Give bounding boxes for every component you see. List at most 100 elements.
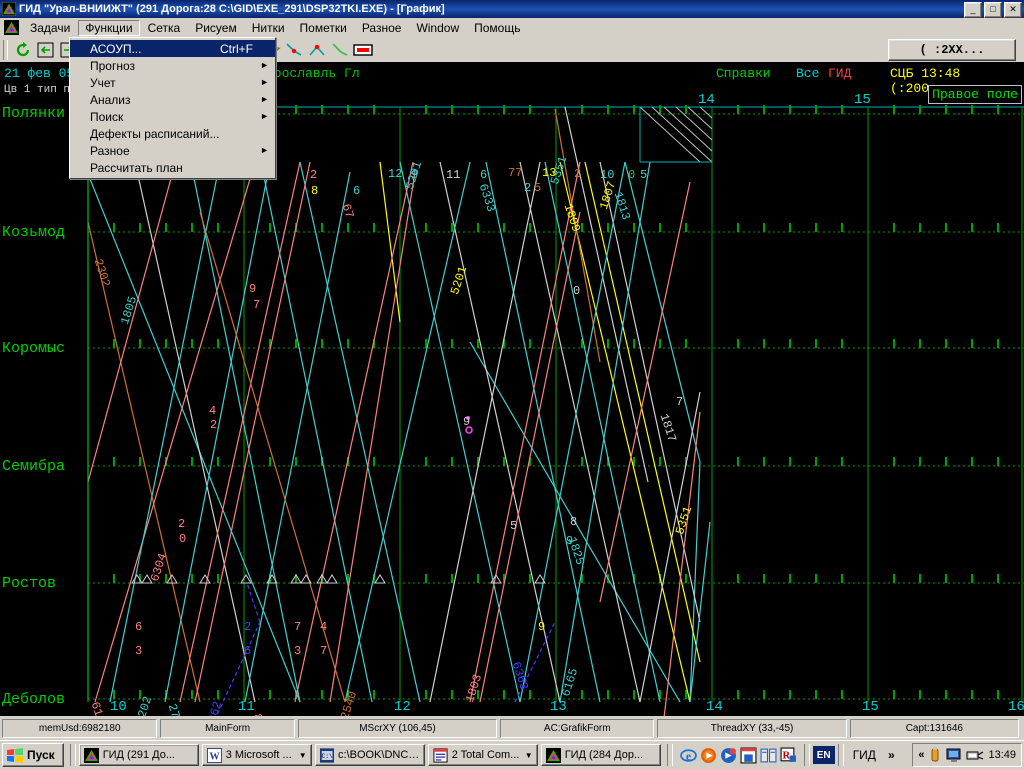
internet-explorer-icon[interactable]: e [679, 747, 697, 764]
maximize-button[interactable]: □ [984, 2, 1002, 18]
tray-expand-icon[interactable]: » [882, 748, 901, 762]
taskbar: Пуск ГИД (291 До... W 3 Microsoft ... ▼ [0, 740, 1024, 769]
menu-item-marks[interactable]: Пометки [293, 20, 354, 36]
station-label-polyanki: Полянки [2, 105, 66, 122]
station-label-koromys: Коромыс [2, 340, 66, 357]
menu-option-analiz[interactable]: Анализ ► [70, 91, 275, 108]
hour-label-top-14: 14 [698, 92, 715, 108]
chevron-right-icon: ► [260, 145, 269, 155]
start-button[interactable]: Пуск [2, 743, 64, 767]
chevron-right-icon: ► [260, 60, 269, 70]
stop-marker-digit-top: 7 [294, 620, 302, 634]
title-bar: ГИД "Урал-ВНИИЖТ" (291 Дорога:28 C:\GID\… [0, 0, 1024, 18]
menu-option-raznoe[interactable]: Разное ► [70, 142, 275, 159]
line-peak-point-icon[interactable] [305, 39, 328, 61]
usb-device-icon[interactable] [928, 747, 942, 763]
menu-item-threads[interactable]: Нитки [245, 20, 292, 36]
hour-label-bottom-10: 10 [110, 699, 127, 715]
hour-label-bottom-15: 15 [862, 699, 879, 715]
import-left-icon[interactable] [34, 39, 57, 61]
tray-gid-label[interactable]: ГИД [847, 748, 882, 762]
menu-option-calc-plan[interactable]: Рассчитать план [70, 159, 275, 176]
taskbar-divider-2 [666, 744, 673, 766]
minute-digit: 77 [508, 166, 523, 180]
task-label-gid284: ГИД (284 Дор... [564, 749, 644, 761]
app-icon [2, 2, 16, 16]
media-player-icon[interactable] [700, 747, 717, 764]
books-icon[interactable] [760, 747, 777, 764]
task-button-console[interactable]: C:\ c:\BOOK\DNC_... [314, 744, 425, 766]
refresh-icon[interactable] [11, 39, 34, 61]
minute-digit: 2 [524, 181, 532, 195]
green-line-icon[interactable] [328, 39, 351, 61]
red-box-icon[interactable] [351, 39, 374, 61]
task-button-gid291[interactable]: ГИД (291 До... [78, 744, 199, 766]
hour-label-bottom-12: 12 [394, 699, 411, 715]
menu-option-prognoz[interactable]: Прогноз ► [70, 57, 275, 74]
menu-option-defects[interactable]: Дефекты расписаний... [70, 125, 275, 142]
chevron-down-icon[interactable]: ▼ [525, 751, 533, 760]
right-field-button[interactable]: Правое поле [928, 85, 1022, 104]
menu-option-asoup[interactable]: АСОУП... Ctrl+F [70, 40, 275, 57]
menu-item-window[interactable]: Window [409, 20, 466, 36]
task-button-word[interactable]: W 3 Microsoft ... ▼ [201, 744, 312, 766]
task-button-totalcmd[interactable]: 2 Total Com... ▼ [427, 744, 538, 766]
word-icon: W [206, 747, 222, 763]
language-indicator[interactable]: EN [812, 746, 835, 764]
menu-item-grid[interactable]: Сетка [141, 20, 188, 36]
minute-digit: 2 [178, 517, 186, 531]
status-threadxy: ThreadXY (33,-45) [657, 718, 847, 738]
station-label-rostov: Ростов [2, 575, 57, 592]
menu-item-tasks[interactable]: Задачи [23, 20, 77, 36]
functions-dropdown-menu[interactable]: АСОУП... Ctrl+F Прогноз ► Учет ► Анализ … [69, 37, 276, 179]
menu-option-poisk[interactable]: Поиск ► [70, 108, 275, 125]
network-connection-icon[interactable] [966, 748, 984, 762]
status-capt: Capt:131646 [849, 718, 1020, 738]
taskbar-divider [69, 744, 76, 766]
minimize-button[interactable]: _ [964, 2, 982, 18]
stop-marker-digit-bottom: 7 [320, 644, 328, 658]
minute-digit: 4 [209, 404, 217, 418]
header-gid[interactable]: ГИД [828, 66, 851, 81]
svg-text:C:\: C:\ [321, 753, 333, 760]
network-monitor-icon[interactable] [946, 747, 962, 763]
tray-clock[interactable]: 13:49 [988, 749, 1016, 761]
minute-digit: 9 [249, 282, 257, 296]
r-app-icon[interactable]: R [780, 747, 797, 764]
menu-option-poisk-label: Поиск [90, 109, 124, 124]
minute-digit: 5 [510, 519, 518, 533]
document-icon[interactable] [4, 20, 19, 35]
line-down-point-icon[interactable] [282, 39, 305, 61]
status-bar: memUsd:6982180 MainForm MScrXY (106,45) … [0, 716, 1024, 740]
menu-item-misc[interactable]: Разное [355, 20, 409, 36]
launch-app-icon[interactable] [720, 747, 737, 764]
menu-bar: Задачи Функции Сетка Рисуем Нитки Пометк… [0, 18, 1024, 38]
minute-digit: 6 [353, 184, 361, 198]
close-button[interactable]: ✕ [1004, 2, 1022, 18]
status-form: MainForm [160, 718, 295, 738]
chevron-down-icon[interactable]: ▼ [299, 751, 307, 760]
task-label-totalcmd: 2 Total Com... [451, 749, 520, 761]
svg-text:R: R [782, 750, 790, 761]
floppy-save-icon[interactable] [740, 747, 757, 764]
stop-marker-digit-bottom: 6 [244, 644, 252, 658]
header-reference[interactable]: Справки [716, 66, 771, 81]
window-controls: _ □ ✕ [964, 2, 1022, 18]
menu-option-asoup-accel: Ctrl+F [220, 41, 253, 56]
zoom-level-display[interactable]: ( :2XX... [888, 39, 1016, 61]
task-button-gid284[interactable]: ГИД (284 Дор... [540, 744, 661, 766]
menu-option-uchet[interactable]: Учет ► [70, 74, 275, 91]
toolbar-separator [3, 39, 8, 60]
minute-digit: 5 [534, 181, 542, 195]
status-activeform: AC:GrafikForm [500, 718, 655, 738]
tray-collapse-icon[interactable]: « [918, 749, 924, 761]
menu-item-help[interactable]: Помощь [467, 20, 527, 36]
windows-logo-icon [7, 747, 23, 763]
chevron-right-icon: ► [260, 94, 269, 104]
menu-item-draw[interactable]: Рисуем [188, 20, 244, 36]
status-mem: memUsd:6982180 [2, 718, 158, 738]
minute-digit: 6 [480, 168, 488, 182]
menu-option-prognoz-label: Прогноз [90, 58, 136, 73]
menu-item-functions[interactable]: Функции [78, 19, 140, 36]
header-all[interactable]: Все [796, 66, 819, 81]
